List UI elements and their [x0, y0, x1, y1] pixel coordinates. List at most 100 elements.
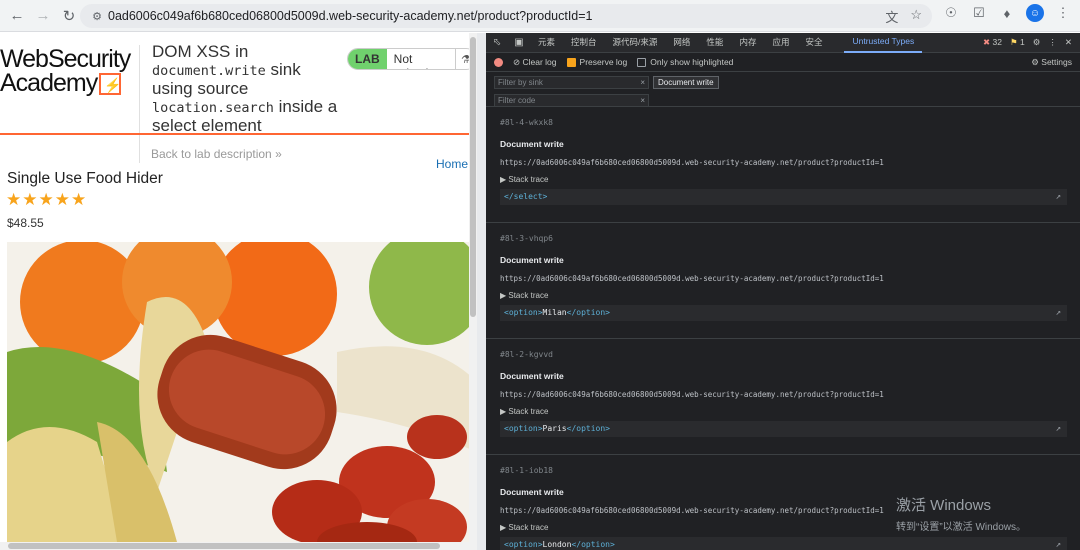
puzzle-icon[interactable]: ♦: [998, 4, 1016, 22]
scrollbar-thumb[interactable]: [470, 37, 476, 317]
clear-log-label: Clear log: [522, 56, 557, 67]
more-vert-icon[interactable]: ⋮: [1048, 37, 1057, 48]
clear-icon: ⊘: [513, 56, 521, 67]
back-to-lab-link[interactable]: Back to lab description »: [151, 147, 282, 161]
lab-title: DOM XSS in document.write sink using sou…: [152, 43, 342, 135]
reload-icon[interactable]: ↻: [56, 3, 82, 29]
address-bar[interactable]: ⚙ 0ad6006c049af6b680ced06800d5009d.web-s…: [80, 4, 932, 28]
code-close-tag: </option>: [571, 540, 615, 549]
page-vertical-scrollbar[interactable]: [469, 33, 477, 550]
code-open-tag: <option>: [504, 424, 543, 433]
extension-icon[interactable]: ☉: [942, 4, 960, 22]
tab-elements[interactable]: 元素: [530, 33, 563, 52]
log-entry[interactable]: #8l-2-kgvvd Document write https://0ad60…: [486, 339, 1080, 455]
forward-icon[interactable]: →: [30, 3, 56, 29]
inspect-icon[interactable]: ⬁: [486, 37, 508, 48]
lab-title-code: location.search: [152, 100, 274, 116]
tab-memory[interactable]: 内存: [731, 33, 764, 52]
error-count[interactable]: ✖ 32: [983, 37, 1002, 48]
page-horizontal-scrollbar[interactable]: [0, 542, 477, 550]
academy-logo[interactable]: WebSecurity Academy: [0, 45, 140, 98]
entry-title: Document write: [500, 139, 564, 149]
only-highlighted-checkbox[interactable]: Only show highlighted: [637, 56, 734, 68]
stack-trace-toggle[interactable]: ▶ Stack trace: [500, 291, 1080, 300]
lab-status-badge: LAB Not solved ⚗: [347, 48, 477, 70]
bolt-icon: [99, 73, 122, 97]
warning-count[interactable]: ⚑ 1: [1010, 37, 1025, 48]
logo-line1: WebSecurity: [0, 45, 131, 73]
open-external-icon[interactable]: ↗: [1056, 189, 1061, 205]
translate-icon[interactable]: 文: [885, 7, 898, 26]
preserve-log-checkbox[interactable]: Preserve log: [566, 56, 628, 68]
clear-filter-icon[interactable]: ×: [640, 95, 645, 106]
checkbox-icon: [637, 58, 647, 68]
open-external-icon[interactable]: ↗: [1056, 537, 1061, 550]
entry-code: <option>Paris</option> ↗: [500, 421, 1067, 437]
more-icon[interactable]: ⋮: [1054, 4, 1072, 22]
code-open-tag: <option>: [504, 308, 543, 317]
watermark-title: 激活 Windows: [896, 497, 992, 514]
divider: [139, 135, 140, 163]
tab-security[interactable]: 安全: [797, 33, 830, 52]
device-toggle-icon[interactable]: ▣: [508, 37, 530, 48]
settings-button[interactable]: ⚙ Settings: [1031, 57, 1080, 68]
open-external-icon[interactable]: ↗: [1056, 305, 1061, 321]
gear-icon: ⚙: [1031, 56, 1039, 67]
logo-line2: Academy: [0, 69, 98, 97]
error-icon: ✖: [983, 37, 991, 47]
lab-title-code: document.write: [152, 63, 266, 79]
clear-log-button[interactable]: ⊘ Clear log: [513, 57, 557, 68]
log-entry[interactable]: #8l-4-wkxk8 Document write https://0ad60…: [486, 107, 1080, 223]
record-icon[interactable]: [494, 57, 503, 67]
entry-url[interactable]: https://0ad6006c049af6b680ced06800d5009d…: [500, 274, 1080, 283]
filter-placeholder: Filter by sink: [498, 77, 543, 87]
code-text: London: [542, 540, 572, 549]
code-close-tag: </option>: [566, 424, 610, 433]
stack-trace-toggle[interactable]: ▶ Stack trace: [500, 175, 1080, 184]
url-text[interactable]: 0ad6006c049af6b680ced06800d5009d.web-sec…: [108, 9, 593, 23]
sink-filter-chip[interactable]: Document write: [653, 75, 719, 89]
preserve-log-label: Preserve log: [579, 56, 628, 67]
clear-filter-icon[interactable]: ×: [640, 77, 645, 88]
log-entry[interactable]: #8l-3-vhqp6 Document write https://0ad60…: [486, 223, 1080, 339]
entry-title: Document write: [500, 255, 564, 265]
tab-network[interactable]: 网络: [665, 33, 698, 52]
windows-activation-watermark: 激活 Windows 转到“设置”以激活 Windows。: [896, 494, 1026, 533]
entry-id: #8l-1-iob18: [500, 466, 553, 475]
entry-code: <option>London</option> ↗: [500, 537, 1067, 550]
entry-title: Document write: [500, 371, 564, 381]
profile-icon[interactable]: ☺: [1026, 4, 1044, 22]
filter-code-input[interactable]: Filter code ×: [494, 93, 649, 107]
tab-untrusted-types[interactable]: Untrusted Types: [844, 32, 923, 53]
tab-sources[interactable]: 源代码/来源: [605, 33, 666, 52]
settings-label: Settings: [1041, 56, 1072, 67]
panel-splitter[interactable]: [477, 33, 486, 550]
scrollbar-thumb[interactable]: [8, 543, 440, 549]
devtools-panel: ⬁ ▣ 元素 控制台 源代码/来源 网络 性能 内存 应用 安全 Untrust…: [486, 33, 1080, 550]
close-icon[interactable]: ✕: [1065, 37, 1072, 48]
filter-row-sink: Filter by sink × Document write: [486, 74, 1080, 90]
lab-tag: LAB: [348, 49, 387, 69]
code-text: Paris: [542, 424, 567, 433]
stack-trace-toggle[interactable]: ▶ Stack trace: [500, 407, 1080, 416]
tab-application[interactable]: 应用: [764, 33, 797, 52]
filter-by-sink-input[interactable]: Filter by sink ×: [494, 75, 649, 89]
back-icon[interactable]: ←: [4, 3, 30, 29]
rating-stars: ★★★★★: [6, 190, 88, 209]
checklist-icon[interactable]: ☑: [970, 4, 988, 22]
settings-gear-icon[interactable]: ⚙: [1033, 37, 1041, 48]
entry-url[interactable]: https://0ad6006c049af6b680ced06800d5009d…: [500, 158, 1080, 167]
devtools-toolbar: ⊘ Clear log Preserve log Only show highl…: [486, 53, 1080, 72]
code-close-tag: </select>: [504, 192, 548, 201]
header-underline: [0, 133, 477, 135]
entry-url[interactable]: https://0ad6006c049af6b680ced06800d5009d…: [500, 390, 1080, 399]
entry-code: <option>Milan</option> ↗: [500, 305, 1067, 321]
warning-count-value: 1: [1020, 37, 1025, 47]
site-info-icon[interactable]: ⚙: [86, 10, 108, 23]
bookmark-star-icon[interactable]: ☆: [910, 7, 922, 26]
only-highlighted-label: Only show highlighted: [650, 56, 734, 67]
tab-console[interactable]: 控制台: [563, 33, 605, 52]
home-link[interactable]: Home: [436, 157, 468, 171]
open-external-icon[interactable]: ↗: [1056, 421, 1061, 437]
tab-performance[interactable]: 性能: [698, 33, 731, 52]
